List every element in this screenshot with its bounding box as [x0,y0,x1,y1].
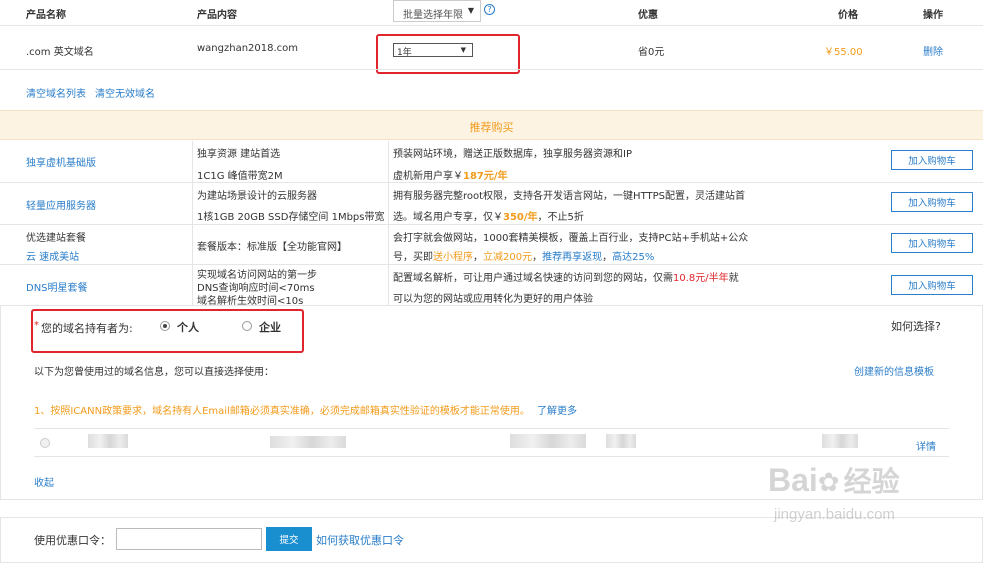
details-link[interactable]: 详情 [916,438,936,453]
divider [0,264,983,265]
watermark-url: jingyan.baidu.com [774,506,895,523]
batch-year-select-label: 批量选择年限 [403,10,463,21]
paw-icon: ✿ [817,468,840,498]
divider [0,69,983,70]
divider [0,182,983,183]
rec-item-dns[interactable]: DNS明星套餐 [26,279,88,294]
rec-spec: 独享资源 建站首选 [197,149,281,160]
divider [192,141,193,305]
rec-desc: 预装网站环境，赠送正版数据库，独享服务器资源和IP [393,149,632,160]
rec-desc: 选。域名用户专享，仅￥350/年，不止5折 [393,208,584,223]
divider [0,224,983,225]
used-info-text: 以下为您曾使用过的域名信息，您可以直接选择使用： [34,367,274,378]
watermark-brand2: 经验 [843,465,900,498]
add-to-cart-button[interactable]: 加入购物车 [891,233,973,253]
rec-highlight: 送小程序 [433,252,473,263]
blurred-info [88,434,128,448]
rec-item-site-link[interactable]: 云 速成美站 [26,248,79,263]
chevron-down-icon: ▼ [467,6,474,15]
rec-spec: 为建站场景设计的云服务器 [197,191,317,202]
divider [34,456,949,457]
add-to-cart-button[interactable]: 加入购物车 [891,192,973,212]
blurred-info [822,434,858,448]
cart-item-domain: wangzhan2018.com [197,43,299,54]
cart-item-price: ￥55.00 [824,47,863,58]
rec-price: 10.8元/半年 [673,273,729,284]
rec-desc-text: 虚机新用户享￥ [393,171,463,182]
divider [0,25,983,26]
how-to-get-coupon-link[interactable]: 如何获取优惠口令 [316,532,404,548]
rec-highlight: 高达25% [612,252,655,263]
rec-highlight: 推荐再享返现 [542,252,603,263]
col-product-content: 产品内容 [197,10,237,21]
clear-invalid-link[interactable]: 清空无效域名 [95,85,155,100]
how-to-choose[interactable]: 如何选择? [891,318,941,334]
rec-desc-text: 号，买即 [393,252,433,263]
rec-item-lighthouse[interactable]: 轻量应用服务器 [26,197,96,212]
help-icon[interactable]: ? [484,4,495,15]
rec-desc: 拥有服务器完整root权限，支持各开发语言网站，一键HTTPS配置，灵活建站首 [393,191,745,202]
rec-highlight: 立减200元 [483,252,533,263]
rec-desc: 配置域名解析，可让用户通过域名快速的访问到您的网站，仅需10.8元/半年就 [393,269,739,284]
rec-price: 350/年 [503,212,538,223]
col-price: 价格 [838,10,858,21]
baidu-watermark: Bai✿ 经验 [768,460,900,500]
col-discount: 优惠 [638,10,658,21]
recommend-title: 推荐购买 [469,121,514,134]
rec-desc: 可以为您的网站或应用转化为更好的用户体验 [393,294,593,305]
rec-desc: 虚机新用户享￥187元/年 [393,167,508,182]
rec-desc: 号，买即送小程序，立减200元，推荐再享返现，高达25% [393,248,654,263]
cart-item-discount: 省0元 [638,47,665,58]
rec-desc-text: 就 [728,273,739,284]
rec-desc-text: ， [473,252,483,263]
rec-item-site-package: 优选建站套餐 [26,233,86,244]
learn-more-link[interactable]: 了解更多 [537,406,577,417]
col-product-name: 产品名称 [26,10,66,21]
blurred-info [606,434,636,448]
highlight-owner-choice [31,309,304,353]
cart-item-name: .com 英文域名 [26,47,94,58]
blurred-info [270,436,346,448]
add-to-cart-button[interactable]: 加入购物车 [891,150,973,170]
icann-notice-text: 1、按照ICANN政策要求，域名持有人Email邮箱必须真实准确，必须完成邮箱真… [34,406,530,417]
blurred-info [510,434,586,448]
coupon-label: 使用优惠口令： [34,534,111,547]
icann-notice: 1、按照ICANN政策要求，域名持有人Email邮箱必须真实准确，必须完成邮箱真… [34,402,577,417]
rec-desc-text: 配置域名解析，可让用户通过域名快速的访问到您的网站，仅需 [393,273,673,284]
create-template-link[interactable]: 创建新的信息模板 [854,363,934,378]
watermark-brand: Bai [768,462,818,498]
rec-item-vhost[interactable]: 独享虚机基础版 [26,154,96,169]
rec-desc-text: ， [602,252,613,263]
coupon-input[interactable] [116,528,262,550]
delete-link[interactable]: 删除 [923,43,943,58]
rec-desc-text: ， [532,252,543,263]
divider [388,141,389,305]
highlight-year-select [376,34,520,74]
col-action: 操作 [923,10,943,21]
rec-desc: 会打字就会做网站，1000套精美模板，覆盖上百行业，支持PC站+手机站+公众 [393,233,749,244]
add-to-cart-button[interactable]: 加入购物车 [891,275,973,295]
rec-spec: 1C1G 峰值带宽2M [197,171,283,182]
collapse-link[interactable]: 收起 [34,474,54,489]
radio-template[interactable] [40,438,50,448]
batch-year-select[interactable]: 批量选择年限 ▼ [393,0,481,22]
coupon-submit-button[interactable]: 提交 [266,527,312,551]
clear-list-link[interactable]: 清空域名列表 [26,85,86,100]
rec-desc-text: 选。域名用户专享，仅￥ [393,212,503,223]
rec-spec: 1核1GB 20GB SSD存储空间 1Mbps带宽 [197,212,385,223]
divider [34,428,949,429]
rec-price: 187元/年 [463,171,508,182]
recommend-banner: 推荐购买 [0,110,983,140]
rec-desc-text: ，不止5折 [537,212,584,223]
rec-spec: 套餐版本：标准版【全功能官网】 [197,242,347,253]
